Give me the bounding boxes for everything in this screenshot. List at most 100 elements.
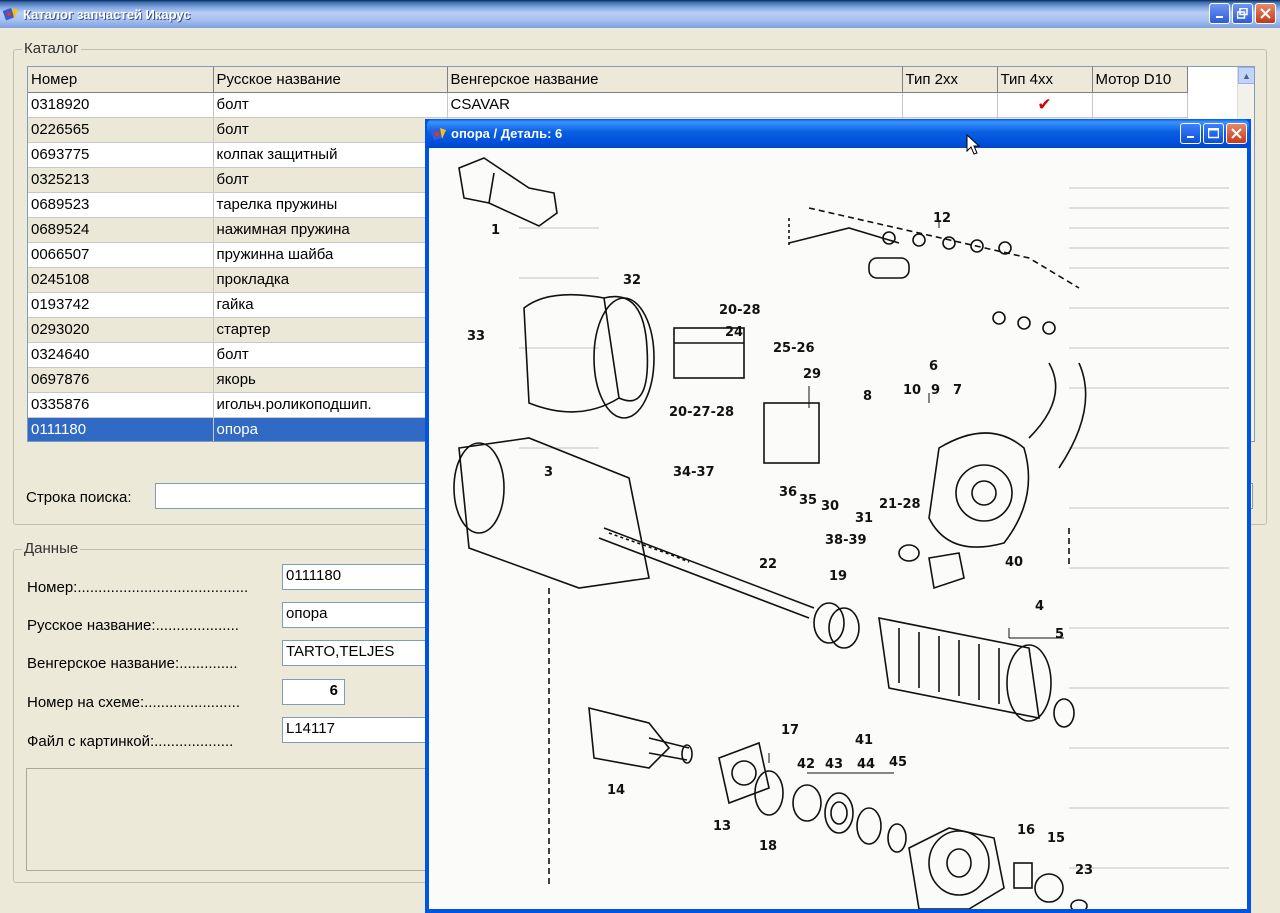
hu-name-field[interactable]: TARTO,TELJES bbox=[282, 640, 432, 666]
table-row[interactable]: 0318920 болт CSAVAR ✔ bbox=[28, 92, 1188, 118]
callout-5: 5 bbox=[1055, 627, 1064, 642]
callout-23: 23 bbox=[1075, 863, 1093, 878]
callout-10: 10 bbox=[903, 383, 921, 398]
catalog-legend: Каталог bbox=[22, 40, 81, 57]
cell-number: 0245108 bbox=[28, 267, 214, 293]
image-file-field[interactable]: L14117 bbox=[282, 717, 432, 743]
close-icon bbox=[1231, 128, 1242, 139]
cell-motor-d10 bbox=[1092, 92, 1188, 118]
cell-number: 0689523 bbox=[28, 192, 214, 218]
cell-ru-name: нажимная пружина bbox=[213, 217, 448, 243]
diagram-close-button[interactable] bbox=[1226, 123, 1247, 144]
diagram-maximize-button[interactable] bbox=[1203, 123, 1224, 144]
callout-19: 19 bbox=[829, 569, 847, 584]
cell-ru-name: колпак защитный bbox=[213, 142, 448, 168]
callout-42: 42 bbox=[797, 757, 815, 772]
cell-number: 0325213 bbox=[28, 167, 214, 193]
number-label: Номер:..................................… bbox=[27, 579, 249, 596]
cell-ru-name: пружинна шайба bbox=[213, 242, 448, 268]
close-button[interactable] bbox=[1255, 3, 1276, 24]
notes-memo[interactable] bbox=[26, 768, 446, 871]
cell-ru-name: болт bbox=[213, 92, 448, 118]
cell-ru-name: игольч.роликоподшип. bbox=[213, 392, 448, 418]
callout-29: 29 bbox=[803, 367, 821, 382]
column-header-ru-name[interactable]: Русское название bbox=[213, 67, 448, 93]
callout-7: 7 bbox=[953, 383, 962, 398]
diagram-window-controls bbox=[1180, 123, 1247, 144]
app-icon bbox=[3, 7, 18, 21]
cell-ru-name: болт bbox=[213, 117, 448, 143]
window-controls bbox=[1209, 3, 1276, 24]
cell-number: 0693775 bbox=[28, 142, 214, 168]
cell-type-4xx: ✔ bbox=[997, 92, 1093, 118]
column-header-type-4xx[interactable]: Тип 4xx bbox=[997, 67, 1093, 93]
scheme-num-label: Номер на схеме:....................... bbox=[27, 694, 240, 711]
scheme-num-field[interactable]: 6 bbox=[282, 679, 345, 705]
callout-12: 12 bbox=[933, 211, 951, 226]
cell-ru-name: прокладка bbox=[213, 267, 448, 293]
close-icon bbox=[1260, 8, 1271, 19]
cell-number: 0111180 bbox=[28, 417, 214, 441]
mouse-cursor-icon bbox=[966, 134, 980, 155]
cell-ru-name: болт bbox=[213, 342, 448, 368]
callout-32: 32 bbox=[623, 273, 641, 288]
callout-16: 16 bbox=[1017, 823, 1035, 838]
cell-number: 0318920 bbox=[28, 92, 214, 118]
callout-24: 24 bbox=[725, 325, 743, 340]
minimize-icon bbox=[1215, 15, 1223, 18]
cell-hu-name: CSAVAR bbox=[447, 92, 903, 118]
diagram-window[interactable]: опора / Деталь: 6 1 12 32 20-28 24 33 25… bbox=[425, 119, 1251, 913]
callout-35: 35 bbox=[799, 493, 817, 508]
number-field[interactable]: 0111180 bbox=[282, 564, 432, 590]
callout-6: 6 bbox=[929, 359, 938, 374]
callout-45: 45 bbox=[889, 755, 907, 770]
cell-ru-name: болт bbox=[213, 167, 448, 193]
callout-21-28: 21-28 bbox=[879, 497, 921, 512]
callout-17: 17 bbox=[781, 723, 799, 738]
exploded-diagram: 1 12 32 20-28 24 33 25-26 29 6 8 10 9 7 … bbox=[453, 157, 1229, 909]
cell-number: 0697876 bbox=[28, 367, 214, 393]
callout-20-28: 20-28 bbox=[719, 303, 761, 318]
scroll-up-arrow-icon[interactable]: ▲ bbox=[1238, 67, 1254, 84]
callout-36: 36 bbox=[779, 485, 797, 500]
hu-name-label: Венгерское название:.............. bbox=[27, 655, 238, 672]
callout-44: 44 bbox=[857, 757, 875, 772]
cell-ru-name: стартер bbox=[213, 317, 448, 343]
callout-14: 14 bbox=[607, 783, 625, 798]
callout-22: 22 bbox=[759, 557, 777, 572]
data-legend: Данные bbox=[22, 540, 81, 557]
callout-13: 13 bbox=[713, 819, 731, 834]
cell-ru-name: опора bbox=[213, 417, 448, 441]
image-file-label: Файл с картинкой:................... bbox=[27, 733, 234, 750]
column-header-hu-name[interactable]: Венгерское название bbox=[447, 67, 903, 93]
diagram-window-title-bar[interactable]: опора / Деталь: 6 bbox=[427, 119, 1249, 148]
callout-40: 40 bbox=[1005, 555, 1023, 570]
cell-number: 0226565 bbox=[28, 117, 214, 143]
cell-number: 0324640 bbox=[28, 342, 214, 368]
cell-number: 0293020 bbox=[28, 317, 214, 343]
diagram-minimize-button[interactable] bbox=[1180, 123, 1201, 144]
cell-ru-name: тарелка пружины bbox=[213, 192, 448, 218]
maximize-icon bbox=[1208, 128, 1219, 139]
column-header-number[interactable]: Номер bbox=[28, 67, 214, 93]
minimize-button[interactable] bbox=[1209, 3, 1230, 24]
callout-3: 3 bbox=[544, 465, 553, 480]
column-header-motor-d10[interactable]: Мотор D10 bbox=[1092, 67, 1188, 93]
column-header-type-2xx[interactable]: Тип 2xx bbox=[902, 67, 998, 93]
cell-type-2xx bbox=[902, 92, 998, 118]
restore-button[interactable] bbox=[1232, 3, 1253, 24]
main-title-bar: Каталог запчастей Икарус bbox=[0, 0, 1280, 28]
callout-8: 8 bbox=[863, 389, 872, 404]
callout-9: 9 bbox=[931, 383, 940, 398]
callout-38-39: 38-39 bbox=[825, 533, 867, 548]
exploded-diagram-canvas: 1 12 32 20-28 24 33 25-26 29 6 8 10 9 7 … bbox=[429, 148, 1247, 909]
app-icon bbox=[431, 127, 446, 140]
ru-name-field[interactable]: опора bbox=[282, 602, 432, 628]
restore-icon bbox=[1237, 8, 1248, 19]
callout-1: 1 bbox=[491, 223, 500, 238]
callout-4: 4 bbox=[1035, 599, 1044, 614]
search-label: Строка поиска: bbox=[26, 489, 132, 506]
callout-20-27-28: 20-27-28 bbox=[669, 405, 734, 420]
callout-33: 33 bbox=[467, 329, 485, 344]
cell-ru-name: якорь bbox=[213, 367, 448, 393]
